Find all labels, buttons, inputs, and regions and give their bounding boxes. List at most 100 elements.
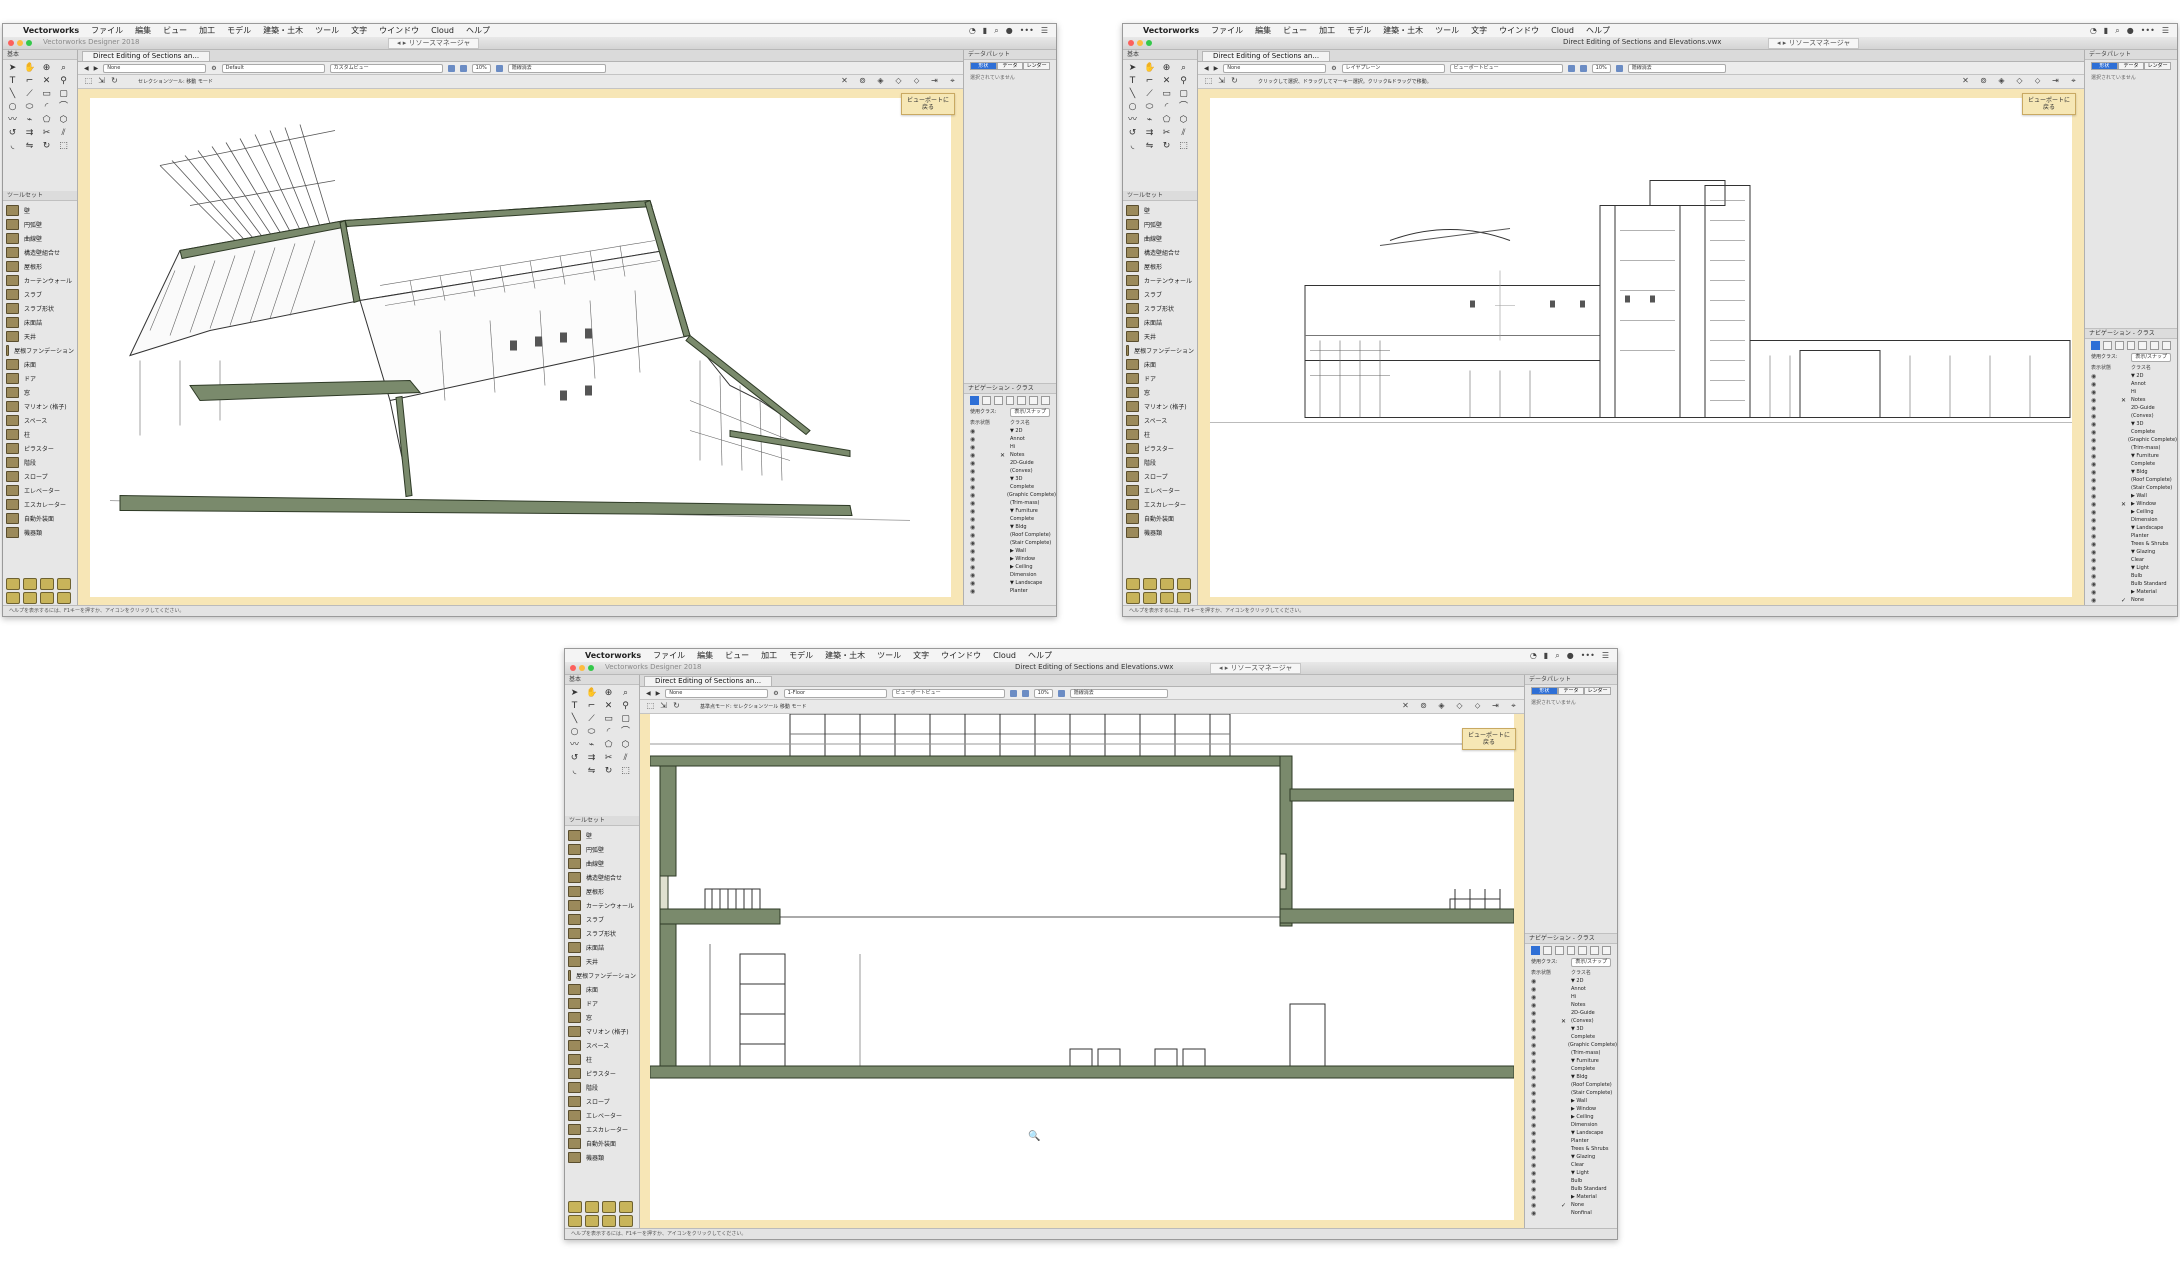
resource-manager-button[interactable]: ◂ ▸ リソースマネージャ (1210, 663, 1302, 674)
toolset-item[interactable]: スロープ (568, 1094, 636, 1108)
standard-view-icon[interactable] (447, 64, 455, 72)
callout-tool-icon[interactable]: ⌐ (1144, 76, 1155, 87)
menu-cloud[interactable]: Cloud (425, 26, 460, 35)
menu-file[interactable]: ファイル (1205, 25, 1249, 36)
class-options-icon[interactable]: ⚙ (211, 65, 216, 72)
standard-view-icon[interactable] (1009, 689, 1017, 697)
active-class-select[interactable]: 表示/スナップ (1571, 958, 1611, 967)
class-row[interactable]: ◉ Complete (2085, 460, 2177, 468)
dimension-tool-icon[interactable]: ✕ (603, 701, 614, 712)
toolset-item[interactable]: カーテンウォール (1126, 273, 1194, 287)
toolset-item[interactable]: 自動外装面 (1126, 511, 1194, 525)
nav-viewport-icon[interactable] (1566, 946, 1576, 955)
nav-sheet-icon[interactable] (993, 396, 1003, 405)
class-row[interactable]: ◉ (Convex) (964, 467, 1056, 475)
pan-tool-icon[interactable]: ✋ (1144, 63, 1155, 74)
menu-edit[interactable]: 編集 (691, 650, 719, 661)
toolset-item[interactable]: 天井 (1126, 329, 1194, 343)
class-row[interactable]: ◉ (Stair Complete) (964, 539, 1056, 547)
double-line-tool-icon[interactable]: ⟋ (24, 89, 35, 100)
split-tool-icon[interactable]: ⫽ (620, 753, 631, 764)
tab-render[interactable]: レンダー (1584, 687, 1612, 695)
nav-class-icon[interactable] (2091, 341, 2100, 350)
mode-rotate-icon[interactable]: ↻ (672, 702, 681, 710)
nav-viewport-icon[interactable] (2126, 341, 2136, 350)
layer-select[interactable]: 1-Floor (783, 688, 887, 698)
zoom-window-button[interactable] (588, 665, 594, 671)
oval-tool-icon[interactable]: ⬭ (586, 727, 597, 738)
nav-lock-icon[interactable] (2162, 341, 2172, 350)
mode-resize-icon[interactable]: ⇲ (659, 702, 668, 710)
rotate-tool-icon[interactable]: ↻ (41, 141, 52, 152)
class-row[interactable]: ◉ ▼ Glazing (1525, 1153, 1617, 1161)
toolset-item[interactable]: 壁 (568, 828, 636, 842)
back-icon[interactable]: ◀ (84, 65, 89, 72)
toolset-item[interactable]: スラブ (1126, 287, 1194, 301)
menu-text[interactable]: 文字 (345, 25, 373, 36)
menu-file[interactable]: ファイル (647, 650, 691, 661)
building-toolset-icon[interactable] (6, 578, 20, 590)
toolset-item[interactable]: ドア (6, 371, 74, 385)
eyedropper-tool-icon[interactable]: ⚲ (620, 701, 631, 712)
menu-help[interactable]: ヘルプ (1580, 25, 1616, 36)
nav-ref-icon[interactable] (1590, 946, 1600, 955)
menu-text[interactable]: 文字 (907, 650, 935, 661)
spiral-tool-icon[interactable]: ↺ (1127, 128, 1138, 139)
misc-toolset-icon[interactable] (57, 592, 71, 604)
toolset-item[interactable]: 屋根形 (568, 884, 636, 898)
toolset-item[interactable]: エスカレーター (568, 1122, 636, 1136)
render-mode-icon[interactable] (495, 64, 503, 72)
tab-shape[interactable]: 形状 (970, 62, 997, 70)
building-toolset-icon[interactable] (1126, 578, 1140, 590)
toolset-item[interactable]: エレベーター (568, 1108, 636, 1122)
menu-modify[interactable]: 加工 (193, 25, 221, 36)
visual-toolset-icon[interactable] (602, 1215, 616, 1227)
zoom-window-button[interactable] (26, 40, 32, 46)
class-row[interactable]: ◉ Hi (964, 443, 1056, 451)
3d-toolset-icon[interactable] (23, 592, 37, 604)
forward-icon[interactable]: ▶ (656, 690, 661, 697)
regular-polygon-tool-icon[interactable]: ⬡ (58, 115, 69, 126)
class-row[interactable]: ◉ ✕ ▶ Window (2085, 500, 2177, 508)
menu-text[interactable]: 文字 (1465, 25, 1493, 36)
snap-distance-icon[interactable]: ⇥ (1491, 702, 1500, 710)
mode-rotate-icon[interactable]: ↻ (110, 77, 119, 85)
visual-toolset-icon[interactable] (40, 592, 54, 604)
toolset-item[interactable]: マリオン (格子) (6, 399, 74, 413)
minimize-window-button[interactable] (17, 40, 23, 46)
fillet-tool-icon[interactable]: ◟ (1127, 141, 1138, 152)
rectangle-tool-icon[interactable]: ▭ (603, 714, 614, 725)
trim-tool-icon[interactable]: ✂ (1161, 128, 1172, 139)
quarter-arc-tool-icon[interactable]: ⌒ (1178, 102, 1189, 113)
toolset-item[interactable]: 床面詰 (6, 315, 74, 329)
detail-toolset-icon[interactable] (57, 578, 71, 590)
toolset-item[interactable]: 自動外装面 (568, 1136, 636, 1150)
return-to-viewport-button[interactable]: ビューポートに 戻る (2021, 93, 2076, 115)
freehand-tool-icon[interactable]: 〰 (7, 115, 18, 126)
projection-icon[interactable] (1579, 64, 1587, 72)
class-row[interactable]: ◉ (Graphic Complete) (964, 491, 1056, 499)
class-row[interactable]: ◉ (Stair Complete) (1525, 1089, 1617, 1097)
callout-tool-icon[interactable]: ⌐ (586, 701, 597, 712)
regular-polygon-tool-icon[interactable]: ⬡ (620, 740, 631, 751)
spiral-tool-icon[interactable]: ↺ (7, 128, 18, 139)
minimize-window-button[interactable] (579, 665, 585, 671)
rotate-tool-icon[interactable]: ↻ (1161, 141, 1172, 152)
toolset-item[interactable]: 床面 (568, 982, 636, 996)
toolset-item[interactable]: マリオン (格子) (1126, 399, 1194, 413)
class-row[interactable]: ◉ Annot (1525, 985, 1617, 993)
active-class-select[interactable]: 表示/スナップ (1010, 408, 1050, 417)
rectangle-tool-icon[interactable]: ▭ (1161, 89, 1172, 100)
text-tool-icon[interactable]: T (569, 701, 580, 712)
toolset-item[interactable]: スラブ形状 (6, 301, 74, 315)
toolset-item[interactable]: 床面 (1126, 357, 1194, 371)
render-select[interactable]: 隠線消去 (507, 63, 606, 73)
arc-tool-icon[interactable]: ◜ (41, 102, 52, 113)
flyover-tool-icon[interactable]: ⊕ (41, 63, 52, 74)
tab-data[interactable]: データ (2117, 62, 2145, 70)
snap-angle-icon[interactable]: ◇ (1455, 702, 1464, 710)
snap-intersect-icon[interactable]: ⬦ (2033, 77, 2042, 85)
render-mode-icon[interactable] (1057, 689, 1065, 697)
class-row[interactable]: ◉ (Graphic Complete) (1525, 1041, 1617, 1049)
snap-intersect-icon[interactable]: ⬦ (1473, 702, 1482, 710)
